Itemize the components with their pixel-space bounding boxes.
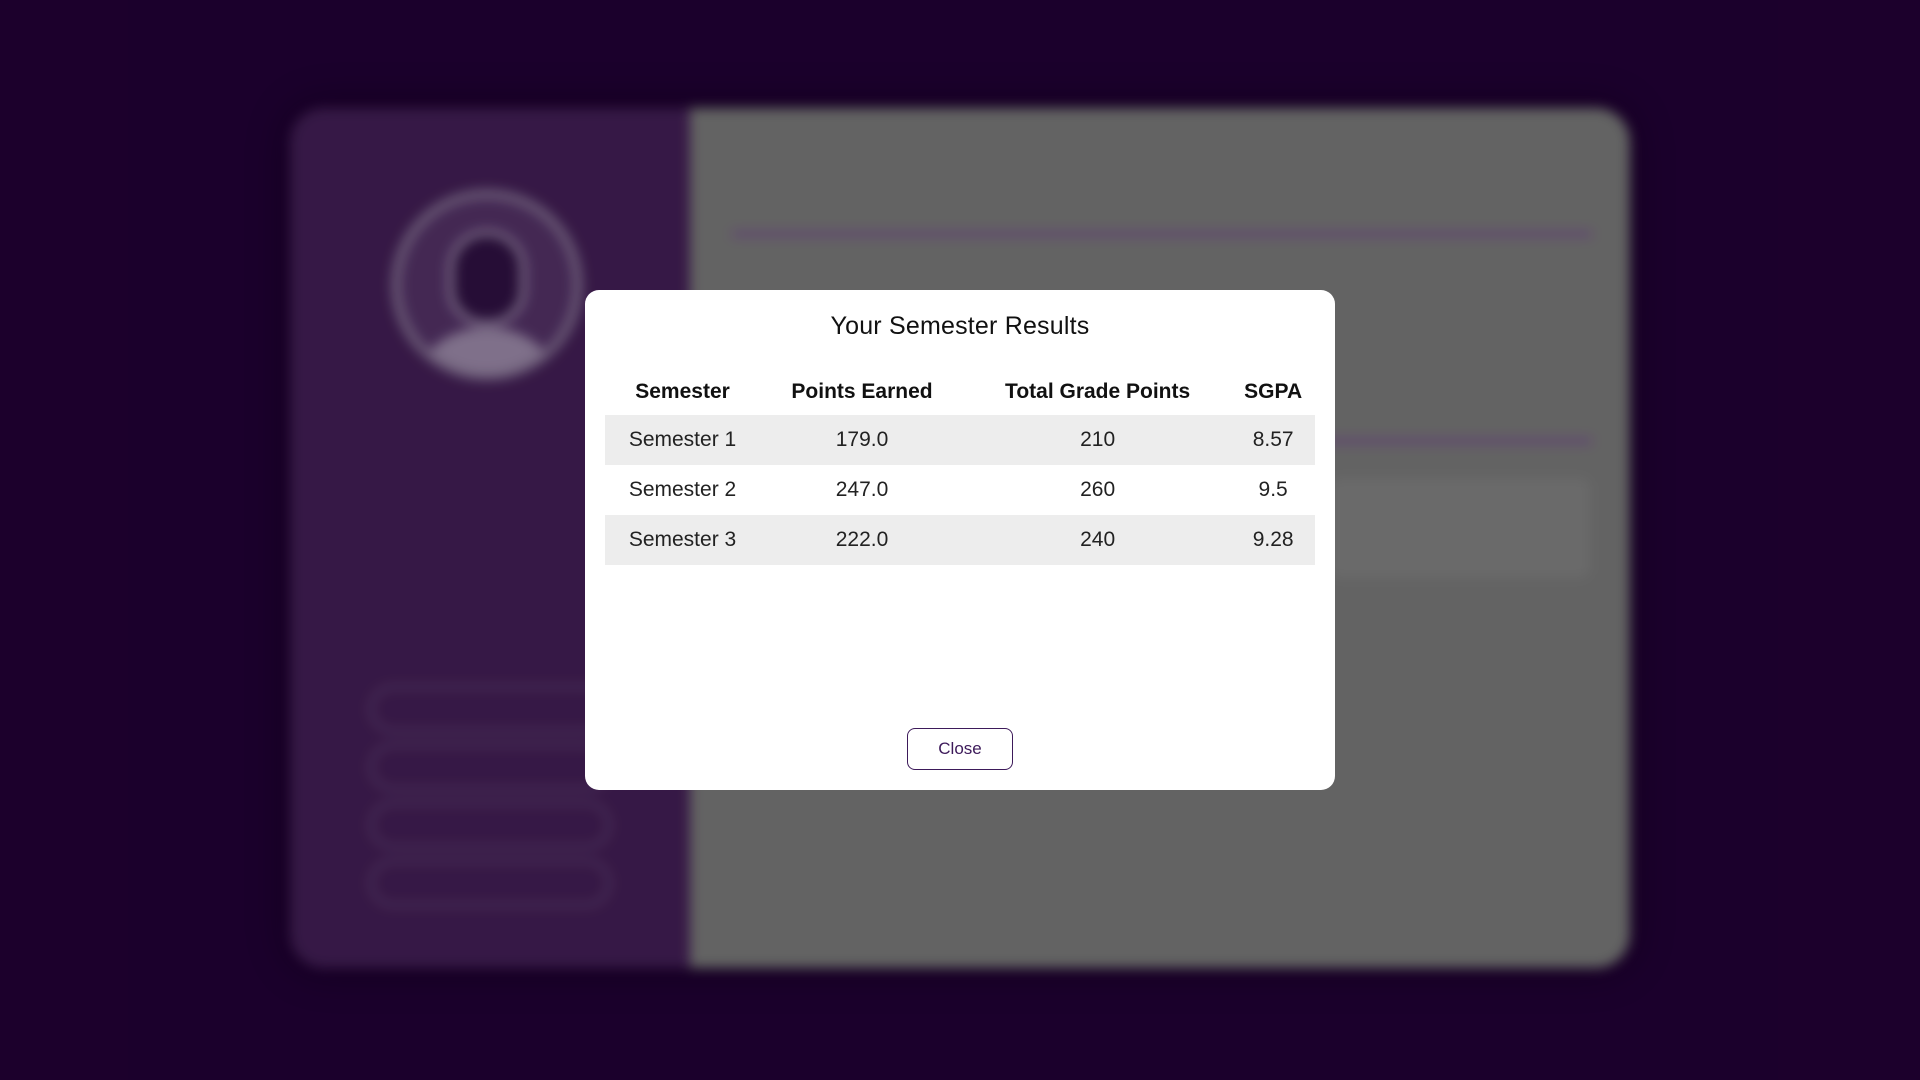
modal-title: Your Semester Results xyxy=(830,312,1090,340)
column-header-sgpa: SGPA xyxy=(1244,380,1303,403)
sgpa-cell: 9.5 xyxy=(1258,478,1288,501)
total-grade-points-cell: 260 xyxy=(1080,478,1116,501)
table-row: Semester 2 247.0 260 9.5 xyxy=(605,465,1315,515)
semester-cell: Semester 2 xyxy=(628,478,737,501)
sgpa-cell: 9.28 xyxy=(1231,515,1315,565)
semester-results-modal: Your Semester Results Semester Points Ea… xyxy=(585,290,1335,790)
table-header-row: Semester Points Earned Total Grade Point… xyxy=(605,369,1315,415)
points-earned-cell: 222.0 xyxy=(760,515,964,565)
total-grade-points-cell: 210 xyxy=(963,415,1232,465)
semester-cell: Semester 1 xyxy=(605,415,761,465)
sgpa-cell: 8.57 xyxy=(1231,415,1315,465)
column-header-total-grade-points: Total Grade Points xyxy=(1005,380,1191,403)
total-grade-points-cell: 240 xyxy=(963,515,1232,565)
page-background: Your Semester Results Semester Points Ea… xyxy=(0,0,1920,1080)
semester-cell: Semester 3 xyxy=(605,515,761,565)
column-header-points-earned: Points Earned xyxy=(791,380,933,403)
points-earned-cell: 179.0 xyxy=(760,415,964,465)
table-row: Semester 3 222.0 240 9.28 xyxy=(605,515,1315,565)
close-button[interactable]: Close xyxy=(907,728,1013,770)
results-table: Semester Points Earned Total Grade Point… xyxy=(605,369,1315,565)
table-row: Semester 1 179.0 210 8.57 xyxy=(605,415,1315,465)
points-earned-cell: 247.0 xyxy=(835,478,889,501)
column-header-semester: Semester xyxy=(635,380,730,403)
